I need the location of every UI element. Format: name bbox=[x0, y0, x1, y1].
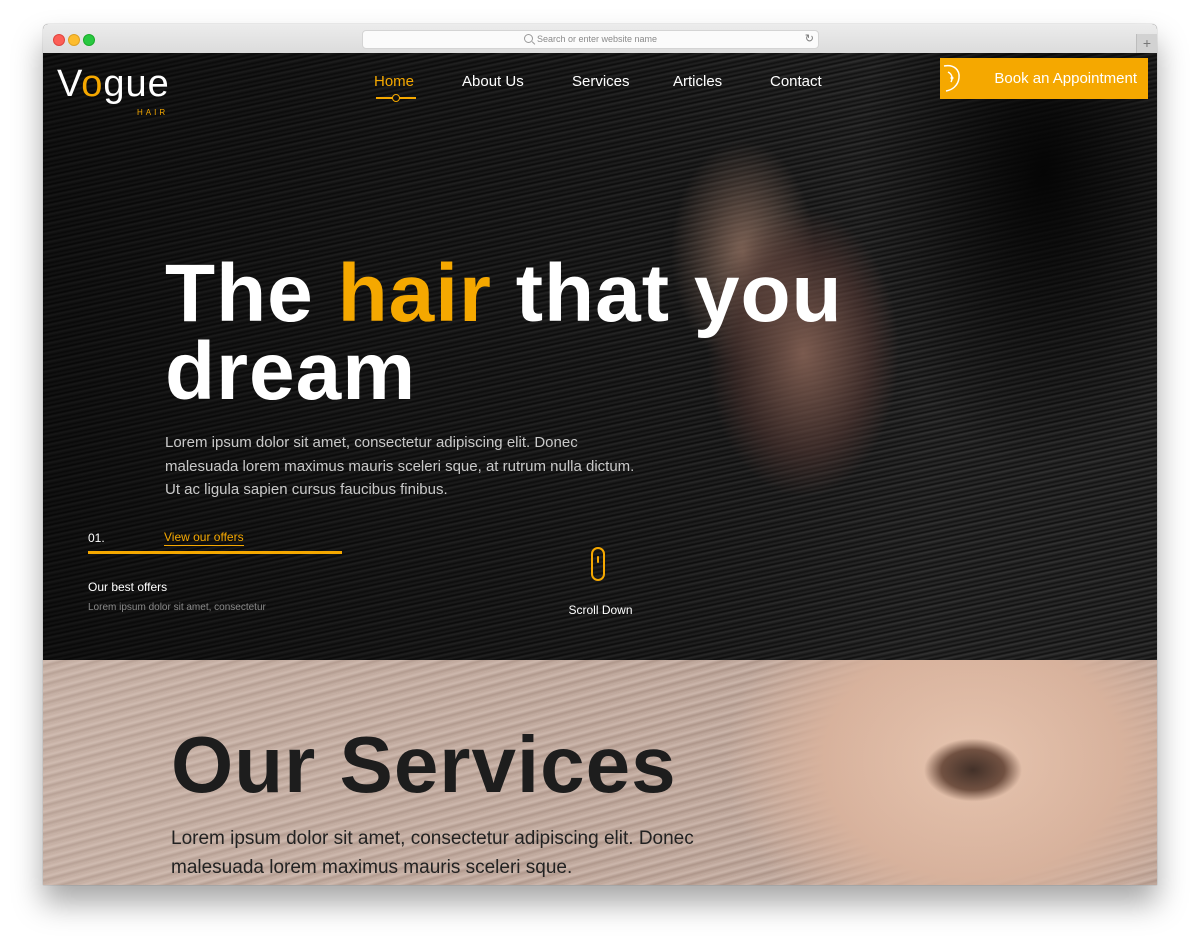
stylist-icon bbox=[943, 64, 960, 92]
scroll-down-label[interactable]: Scroll Down bbox=[553, 603, 648, 617]
new-tab-button[interactable]: + bbox=[1136, 34, 1157, 53]
browser-window: Search or enter website name ↻ + Vogue H… bbox=[43, 24, 1157, 885]
close-window-button[interactable] bbox=[53, 34, 65, 46]
address-placeholder: Search or enter website name bbox=[536, 34, 658, 44]
reload-icon[interactable]: ↻ bbox=[805, 31, 814, 48]
services-title: Our Services bbox=[171, 720, 677, 809]
view-offers-link[interactable]: View our offers bbox=[164, 530, 244, 546]
mouse-scroll-icon[interactable] bbox=[591, 547, 605, 581]
services-section: Our Services Lorem ipsum dolor sit amet,… bbox=[43, 660, 1157, 885]
minimize-window-button[interactable] bbox=[68, 34, 80, 46]
address-bar[interactable]: Search or enter website name ↻ bbox=[362, 30, 819, 49]
site-logo[interactable]: Vogue HAIR bbox=[57, 63, 170, 117]
nav-about-us[interactable]: About Us bbox=[462, 73, 524, 90]
nav-services[interactable]: Services bbox=[572, 73, 630, 90]
offer-number: 01. bbox=[88, 531, 105, 545]
search-icon bbox=[523, 34, 533, 43]
hero-headline: The hair that you dream bbox=[165, 248, 843, 417]
hero-section: Vogue HAIR Home About Us Services Articl… bbox=[43, 53, 1157, 660]
book-appointment-label: Book an Appointment bbox=[994, 70, 1137, 87]
nav-contact[interactable]: Contact bbox=[770, 73, 822, 90]
offer-progress-bar bbox=[88, 551, 342, 554]
nav-articles[interactable]: Articles bbox=[673, 73, 722, 90]
offer-title: Our best offers bbox=[88, 580, 168, 594]
hero-paragraph: Lorem ipsum dolor sit amet, consectetur … bbox=[165, 434, 635, 498]
maximize-window-button[interactable] bbox=[83, 34, 95, 46]
active-nav-indicator bbox=[376, 94, 416, 102]
nav-home[interactable]: Home bbox=[374, 73, 414, 90]
logo-subtitle: HAIR bbox=[137, 108, 169, 117]
book-appointment-button[interactable]: Book an Appointment bbox=[940, 58, 1148, 99]
browser-titlebar: Search or enter website name ↻ + bbox=[43, 24, 1157, 54]
services-paragraph: Lorem ipsum dolor sit amet, consectetur … bbox=[171, 828, 694, 878]
offer-subtitle: Lorem ipsum dolor sit amet, consectetur bbox=[88, 602, 266, 613]
